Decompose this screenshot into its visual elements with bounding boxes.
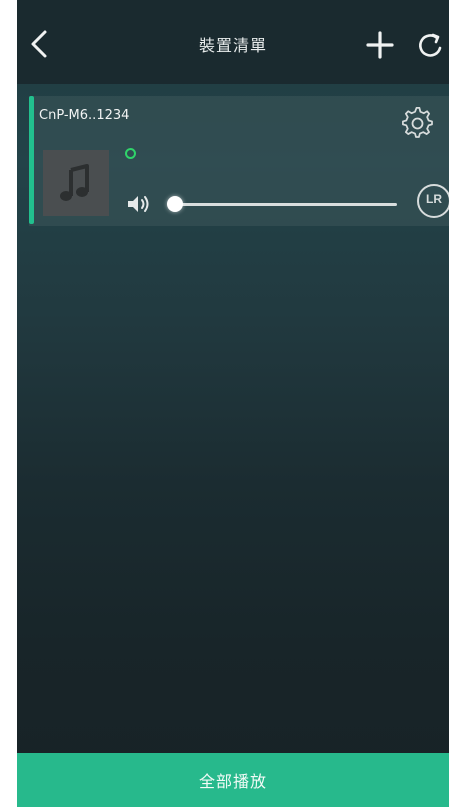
volume-slider[interactable] — [167, 194, 397, 214]
gear-icon — [402, 107, 433, 138]
device-settings-button[interactable] — [401, 106, 435, 140]
device-active-indicator — [29, 96, 34, 224]
device-name: CnP-M6..1234 — [39, 108, 130, 123]
music-note-icon — [60, 164, 89, 201]
channel-label: LR — [426, 192, 442, 206]
online-status-indicator — [125, 148, 136, 159]
refresh-icon — [419, 33, 442, 57]
volume-button[interactable] — [125, 192, 153, 216]
volume-slider-thumb[interactable] — [167, 196, 183, 212]
refresh-button[interactable] — [417, 30, 445, 60]
channel-lr-button[interactable]: LR — [417, 184, 449, 218]
app-screen: 裝置清單 CnP-M6..1234 LR 全部播放 — [17, 0, 449, 807]
device-card[interactable]: CnP-M6..1234 LR — [29, 96, 449, 226]
play-all-button[interactable]: 全部播放 — [17, 753, 449, 807]
speaker-icon — [128, 196, 149, 212]
plus-icon — [366, 31, 394, 59]
app-header: 裝置清單 — [17, 0, 449, 84]
album-art — [43, 150, 109, 216]
volume-slider-track — [175, 203, 397, 206]
add-device-button[interactable] — [365, 30, 395, 60]
